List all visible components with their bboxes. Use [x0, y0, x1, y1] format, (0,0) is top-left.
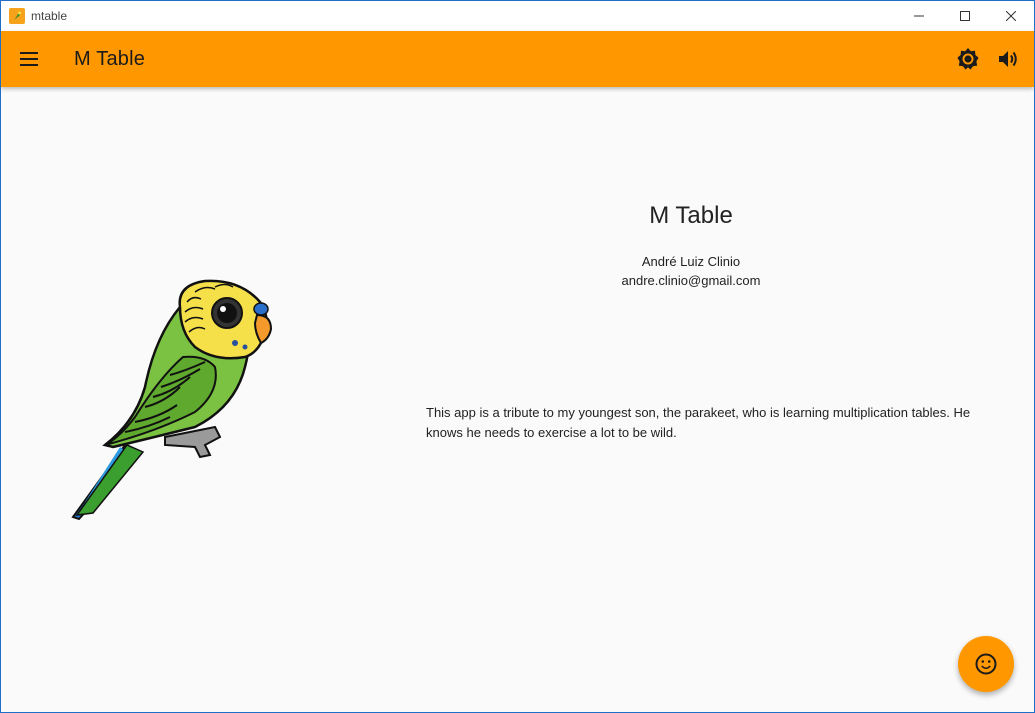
window-titlebar[interactable]: mtable [1, 1, 1034, 31]
app-icon [9, 8, 25, 24]
about-description: This app is a tribute to my youngest son… [426, 405, 971, 440]
app-bar: M Table [1, 31, 1034, 87]
window-title: mtable [31, 9, 68, 23]
smiley-face-icon [975, 653, 997, 675]
maximize-button[interactable] [942, 1, 988, 31]
about-title: M Table [649, 202, 733, 229]
app-window: mtable M Table M Table André Luiz Clinio… [0, 0, 1035, 713]
close-button[interactable] [988, 1, 1034, 31]
author-email: andre.clinio@gmail.com [621, 273, 761, 288]
brightness-icon[interactable] [948, 39, 988, 79]
hamburger-menu-icon[interactable] [17, 47, 41, 71]
app-bar-actions [948, 39, 1028, 79]
volume-icon[interactable] [988, 39, 1028, 79]
author-name: André Luiz Clinio [641, 254, 741, 269]
parakeet-image [65, 277, 277, 525]
app-bar-title: M Table [74, 47, 146, 70]
minimize-button[interactable] [896, 1, 942, 31]
window-controls [896, 1, 1034, 31]
floating-action-button[interactable] [958, 636, 1014, 692]
